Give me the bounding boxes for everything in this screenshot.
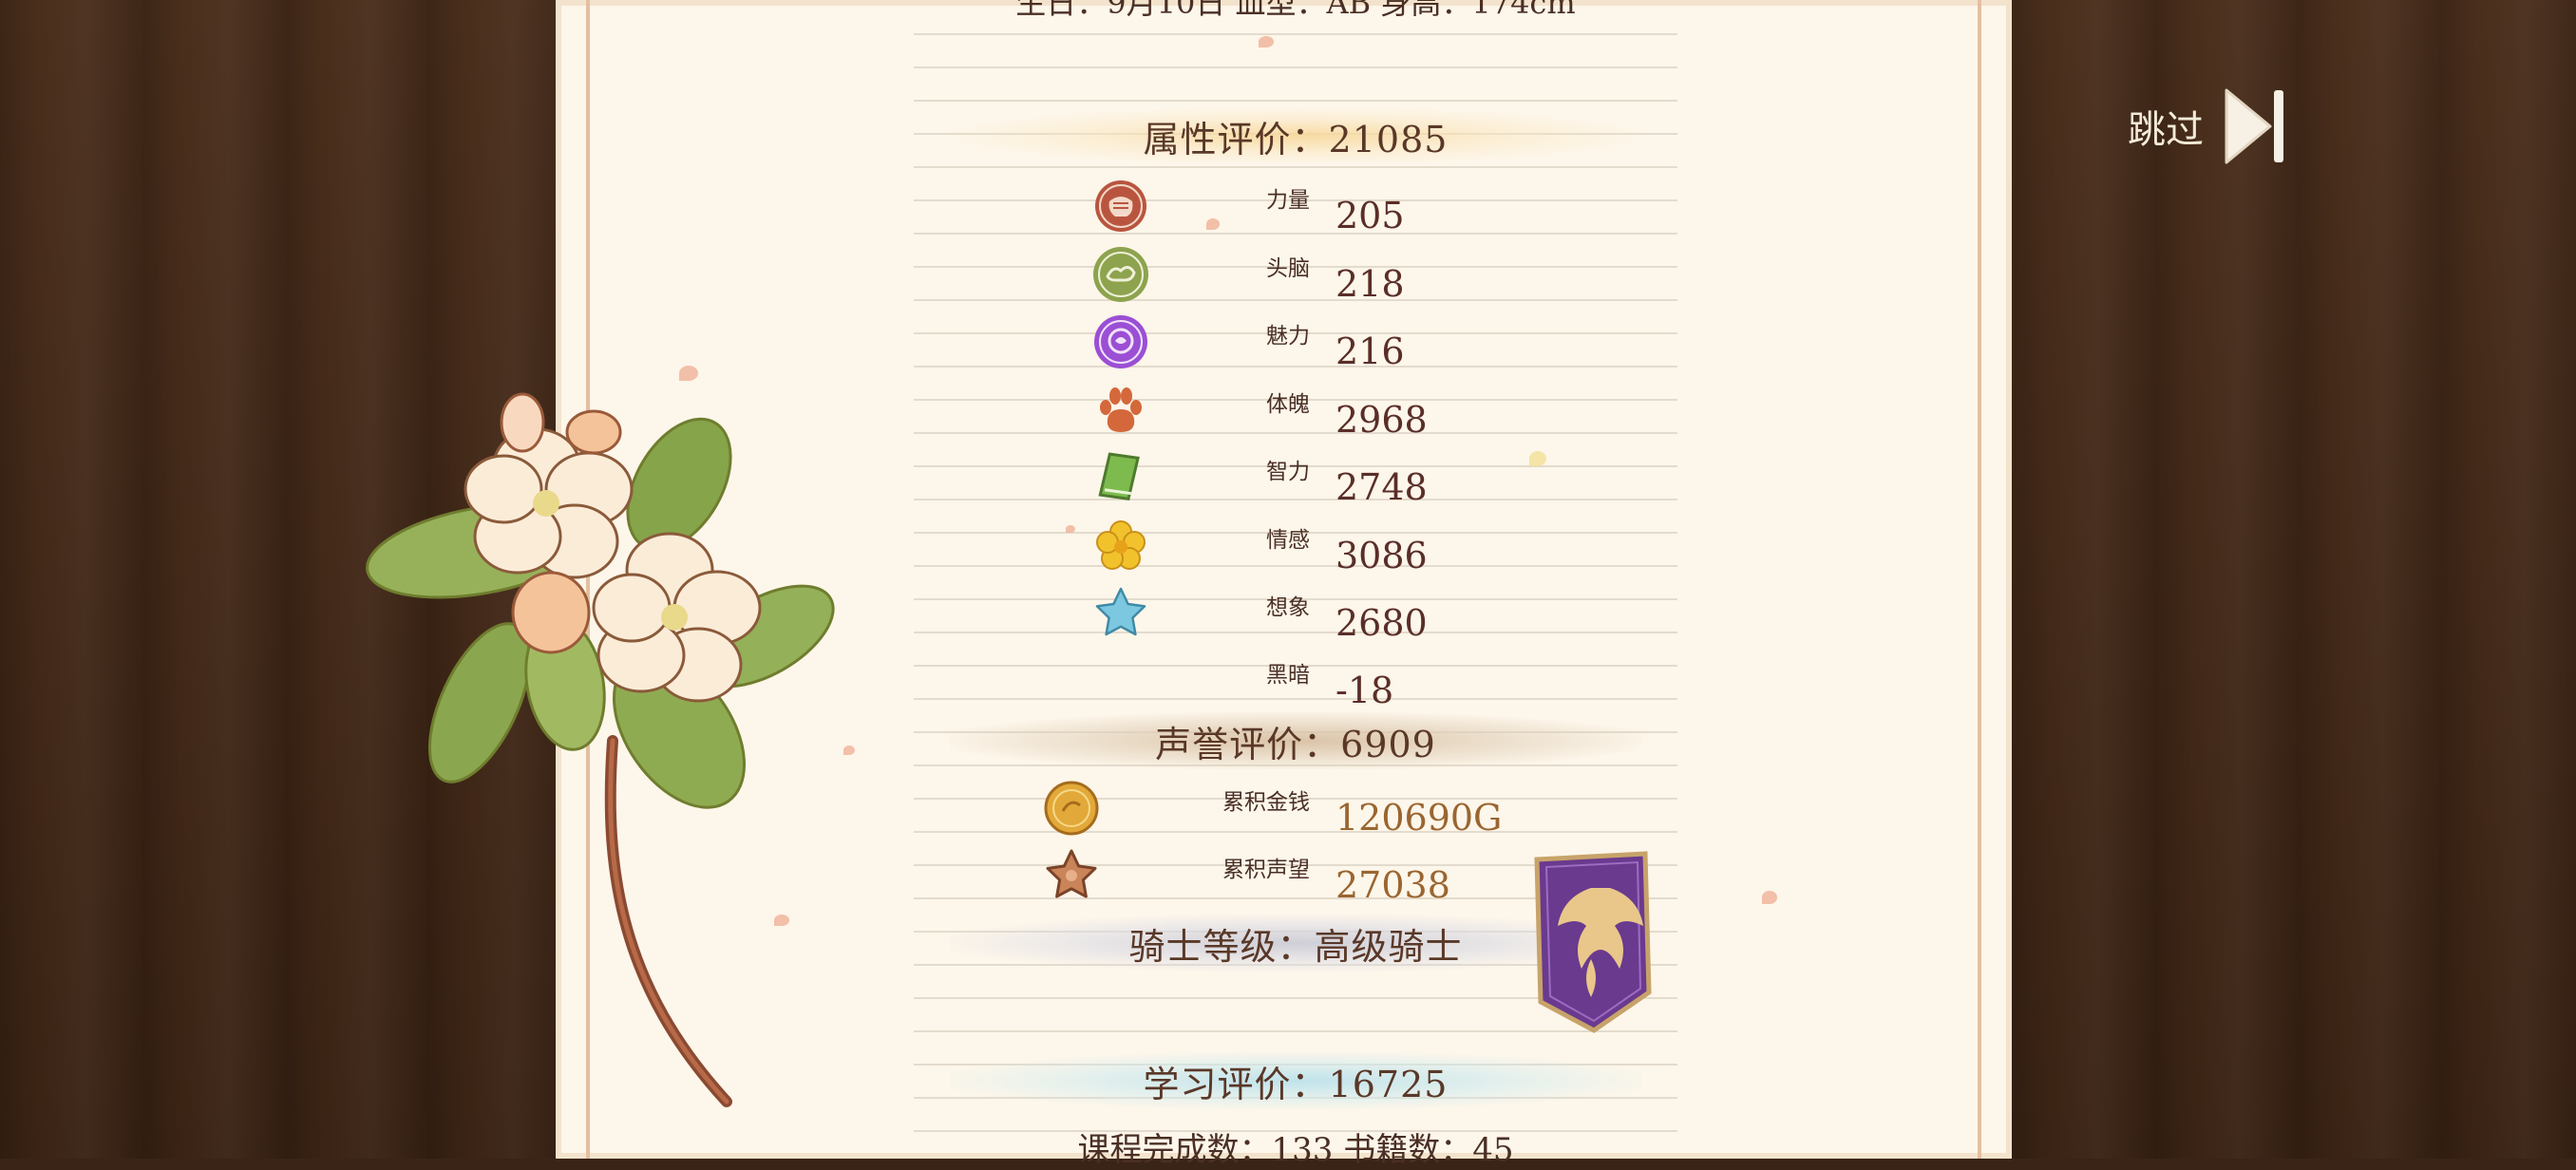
petal-decoration — [1259, 36, 1274, 47]
apple-blossom-branch-illustration — [366, 392, 835, 1107]
stat-label: 累积声望 — [1222, 858, 1310, 882]
knight-level-title: 骑士等级：高级骑士 — [1128, 925, 1463, 968]
stat-label: 黑暗 — [1266, 663, 1310, 688]
study-summary-line: 课程完成数：133 书籍数：45 — [1077, 1131, 1514, 1169]
stat-row-strength: 力量 205 — [1092, 176, 1472, 242]
rose-icon — [1092, 313, 1149, 370]
petal-decoration — [774, 915, 789, 926]
stat-value: 205 — [1335, 195, 1405, 236]
paw-icon — [1092, 382, 1149, 439]
study-rating-title: 学习评价：16725 — [1143, 1063, 1449, 1105]
stat-label: 累积金钱 — [1222, 790, 1310, 815]
stat-row-emotion: 情感 3086 — [1092, 516, 1472, 582]
stat-label: 力量 — [1266, 188, 1310, 213]
gold-coin-icon — [1043, 780, 1100, 837]
stat-row-intellect: 智力 2748 — [1092, 447, 1472, 514]
stat-row-darkness: 黑暗 -18 — [1092, 651, 1472, 717]
stat-value: 2968 — [1335, 399, 1428, 441]
phoenix-shield-icon — [1534, 851, 1652, 1033]
skip-button[interactable]: 跳过 — [2128, 84, 2289, 169]
stat-label: 想象 — [1266, 595, 1310, 620]
skip-label: 跳过 — [2128, 108, 2204, 152]
bronze-star-icon — [1043, 847, 1100, 904]
petal-decoration — [1529, 451, 1546, 466]
stat-value: -18 — [1335, 670, 1394, 711]
petal-decoration — [1066, 525, 1075, 533]
reputation-rating-title: 声誉评价：6909 — [1155, 723, 1436, 765]
stat-row-brain: 头脑 218 — [1092, 244, 1472, 311]
star-icon — [1092, 585, 1149, 642]
petal-decoration — [1762, 891, 1777, 904]
stat-label: 体魄 — [1266, 392, 1310, 417]
petal-decoration — [679, 366, 698, 381]
stat-row-accumulated-reputation: 累积声望 27038 — [1046, 845, 1472, 912]
profile-info-line: 生日：9月10日 血型：AB 身高：174cm — [1015, 0, 1576, 21]
petal-decoration — [843, 745, 855, 755]
skip-forward-icon — [2225, 88, 2283, 164]
wood-background-right — [2012, 0, 2576, 1159]
stat-row-physique: 体魄 2968 — [1092, 380, 1472, 446]
attribute-rating-header: 属性评价：21085 — [950, 107, 1641, 164]
stat-label: 头脑 — [1266, 256, 1310, 281]
stat-label: 魅力 — [1266, 324, 1310, 349]
stat-row-accumulated-money: 累积金钱 120690G — [1044, 778, 1502, 844]
fist-icon — [1092, 178, 1149, 235]
stat-row-imagination: 想象 2680 — [1092, 583, 1472, 650]
study-rating-header: 学习评价：16725 — [950, 1052, 1641, 1109]
stat-value: 120690G — [1335, 797, 1503, 839]
flower-icon — [1092, 518, 1149, 575]
book-icon — [1092, 449, 1149, 506]
reputation-rating-header: 声誉评价：6909 — [950, 712, 1641, 769]
stat-value: 2748 — [1335, 466, 1428, 508]
stat-value: 2680 — [1335, 602, 1428, 644]
stat-value: 218 — [1335, 263, 1405, 305]
stat-label: 智力 — [1266, 460, 1310, 484]
stat-row-charm: 魅力 216 — [1092, 311, 1472, 378]
stat-value: 27038 — [1335, 864, 1450, 906]
attribute-rating-title: 属性评价：21085 — [1143, 118, 1449, 160]
stat-label: 情感 — [1266, 528, 1310, 553]
brain-icon — [1092, 246, 1149, 303]
stat-value: 216 — [1335, 330, 1405, 372]
stat-value: 3086 — [1335, 535, 1428, 576]
